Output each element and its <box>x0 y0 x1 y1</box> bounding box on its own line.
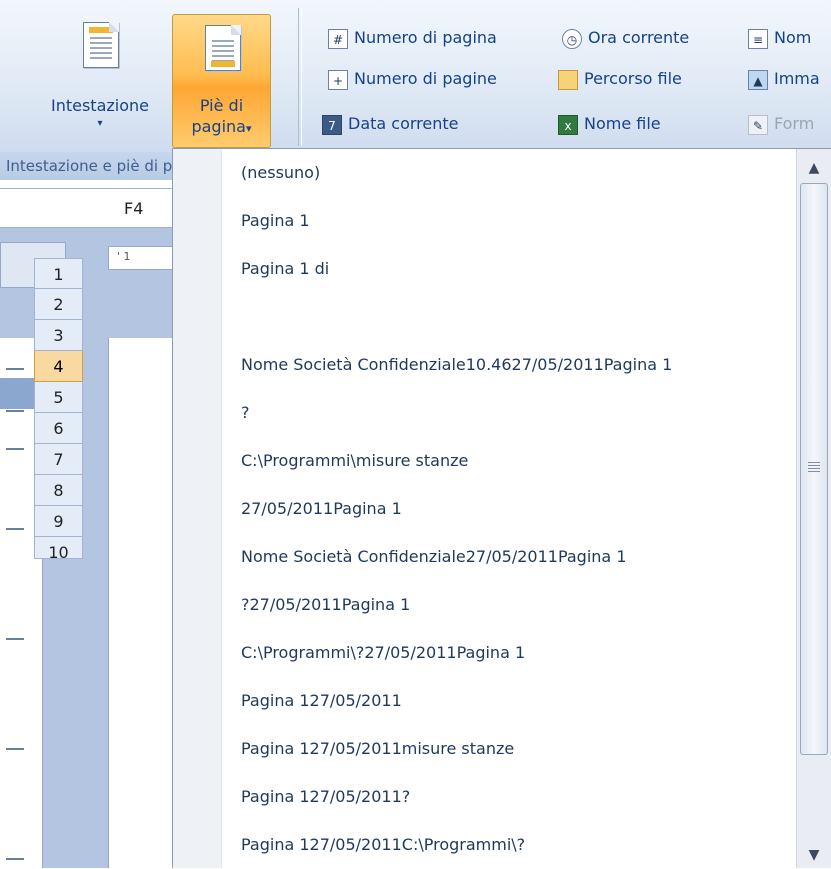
chevron-down-icon: ▾ <box>97 118 103 129</box>
folder-icon <box>558 69 578 90</box>
file-name-button[interactable]: x Nome file <box>558 110 661 138</box>
page-number-button[interactable]: # Numero di pagina <box>328 24 497 52</box>
row-header[interactable]: 7 <box>34 444 83 475</box>
row-header[interactable]: 9 <box>34 506 83 537</box>
page-number-icon: # <box>328 28 348 49</box>
row-headers: 1 2 3 4 5 6 7 8 9 10 <box>34 258 83 559</box>
footer-option[interactable]: Pagina 127/05/2011 <box>221 677 798 725</box>
row-header-active[interactable]: 4 <box>34 351 83 382</box>
name-box[interactable]: F4 <box>0 188 172 228</box>
dropdown-scrollbar[interactable]: ▲ ▼ <box>796 149 831 868</box>
row-header[interactable]: 2 <box>34 289 83 320</box>
current-date-label: Data corrente <box>348 114 459 133</box>
format-picture-icon: ✎ <box>748 114 768 135</box>
file-name-icon: x <box>558 114 578 135</box>
calendar-icon: 7 <box>322 114 342 135</box>
header-button[interactable]: Intestazione ▾ <box>30 12 170 146</box>
row-highlight <box>0 378 34 409</box>
clock-icon: ◷ <box>562 28 582 49</box>
footer-button-label-line1: Piè di <box>199 96 244 115</box>
page-preview <box>108 338 173 868</box>
format-picture-button[interactable]: ✎ Form <box>748 110 814 138</box>
page-number-label: Numero di pagina <box>354 28 497 47</box>
menu-gutter <box>173 149 222 868</box>
row-header[interactable]: 5 <box>34 382 83 413</box>
ribbon: Intestazione ▾ Piè di pagina▾ # Numero di… <box>0 0 831 152</box>
header-document-icon <box>83 22 119 68</box>
footer-option[interactable]: Nome Società Confidenziale10.4627/05/201… <box>221 341 798 389</box>
row-header[interactable]: 1 <box>34 258 83 289</box>
scrollbar-thumb[interactable] <box>800 183 828 755</box>
ribbon-group-label: Intestazione e piè di pagina <box>0 152 172 180</box>
chevron-down-icon: ▾ <box>245 122 252 135</box>
picture-icon: ▲ <box>748 69 768 90</box>
footer-option[interactable]: C:\Programmi\misure stanze <box>221 437 798 485</box>
page-count-button[interactable]: + Numero di pagine <box>328 65 497 93</box>
footer-option-blank[interactable] <box>221 293 798 341</box>
footer-option[interactable]: Pagina 127/05/2011misure stanze <box>221 725 798 773</box>
scroll-down-icon[interactable]: ▼ <box>797 842 831 868</box>
scroll-up-icon[interactable]: ▲ <box>797 155 831 181</box>
row-header[interactable]: 3 <box>34 320 83 351</box>
row-header[interactable]: 6 <box>34 413 83 444</box>
footer-option[interactable]: 27/05/2011Pagina 1 <box>221 485 798 533</box>
footer-option[interactable]: (nessuno) <box>221 149 798 197</box>
footer-dropdown-menu: (nessuno) Pagina 1 Pagina 1 di Nome Soci… <box>172 148 831 868</box>
file-name-label: Nome file <box>584 114 661 133</box>
worksheet-area: ' 1 <box>0 228 174 868</box>
footer-option[interactable]: Pagina 127/05/2011? <box>221 773 798 821</box>
current-time-label: Ora corrente <box>588 28 690 47</box>
sheet-name-icon: ≡ <box>748 28 768 49</box>
cell-reference: F4 <box>124 199 144 218</box>
page-count-label: Numero di pagine <box>354 69 497 88</box>
ribbon-separator <box>298 8 302 146</box>
footer-option[interactable]: Pagina 127/05/2011C:\Programmi\? <box>221 821 798 869</box>
current-time-button[interactable]: ◷ Ora corrente <box>562 24 689 52</box>
footer-option[interactable]: ?27/05/2011Pagina 1 <box>221 581 798 629</box>
row-header[interactable]: 8 <box>34 475 83 506</box>
file-path-button[interactable]: Percorso file <box>558 65 682 93</box>
footer-document-icon <box>204 25 241 71</box>
footer-button[interactable]: Piè di pagina▾ <box>172 14 271 148</box>
footer-option[interactable]: Pagina 1 di <box>221 245 798 293</box>
row-header[interactable]: 10 <box>34 537 83 559</box>
footer-option[interactable]: Nome Società Confidenziale27/05/2011Pagi… <box>221 533 798 581</box>
sheet-name-button[interactable]: ≡ Nom <box>748 24 811 52</box>
format-picture-label: Form <box>774 114 815 133</box>
current-date-button[interactable]: 7 Data corrente <box>322 110 459 138</box>
footer-option[interactable]: ? <box>221 389 798 437</box>
grip-icon <box>808 462 820 472</box>
horizontal-ruler: ' 1 <box>108 246 174 270</box>
footer-option[interactable]: C:\Programmi\?27/05/2011Pagina 1 <box>221 629 798 677</box>
footer-button-label-line2: pagina <box>191 117 246 136</box>
footer-option[interactable]: Pagina 1 <box>221 197 798 245</box>
header-button-label: Intestazione <box>50 96 149 115</box>
footer-options-list: (nessuno) Pagina 1 Pagina 1 di Nome Soci… <box>221 149 798 869</box>
picture-button[interactable]: ▲ Imma <box>748 65 820 93</box>
file-path-label: Percorso file <box>584 69 682 88</box>
page-count-icon: + <box>328 69 348 90</box>
ruler-mark: ' 1 <box>117 250 131 263</box>
sheet-name-label: Nom <box>774 28 812 47</box>
picture-label: Imma <box>774 69 820 88</box>
